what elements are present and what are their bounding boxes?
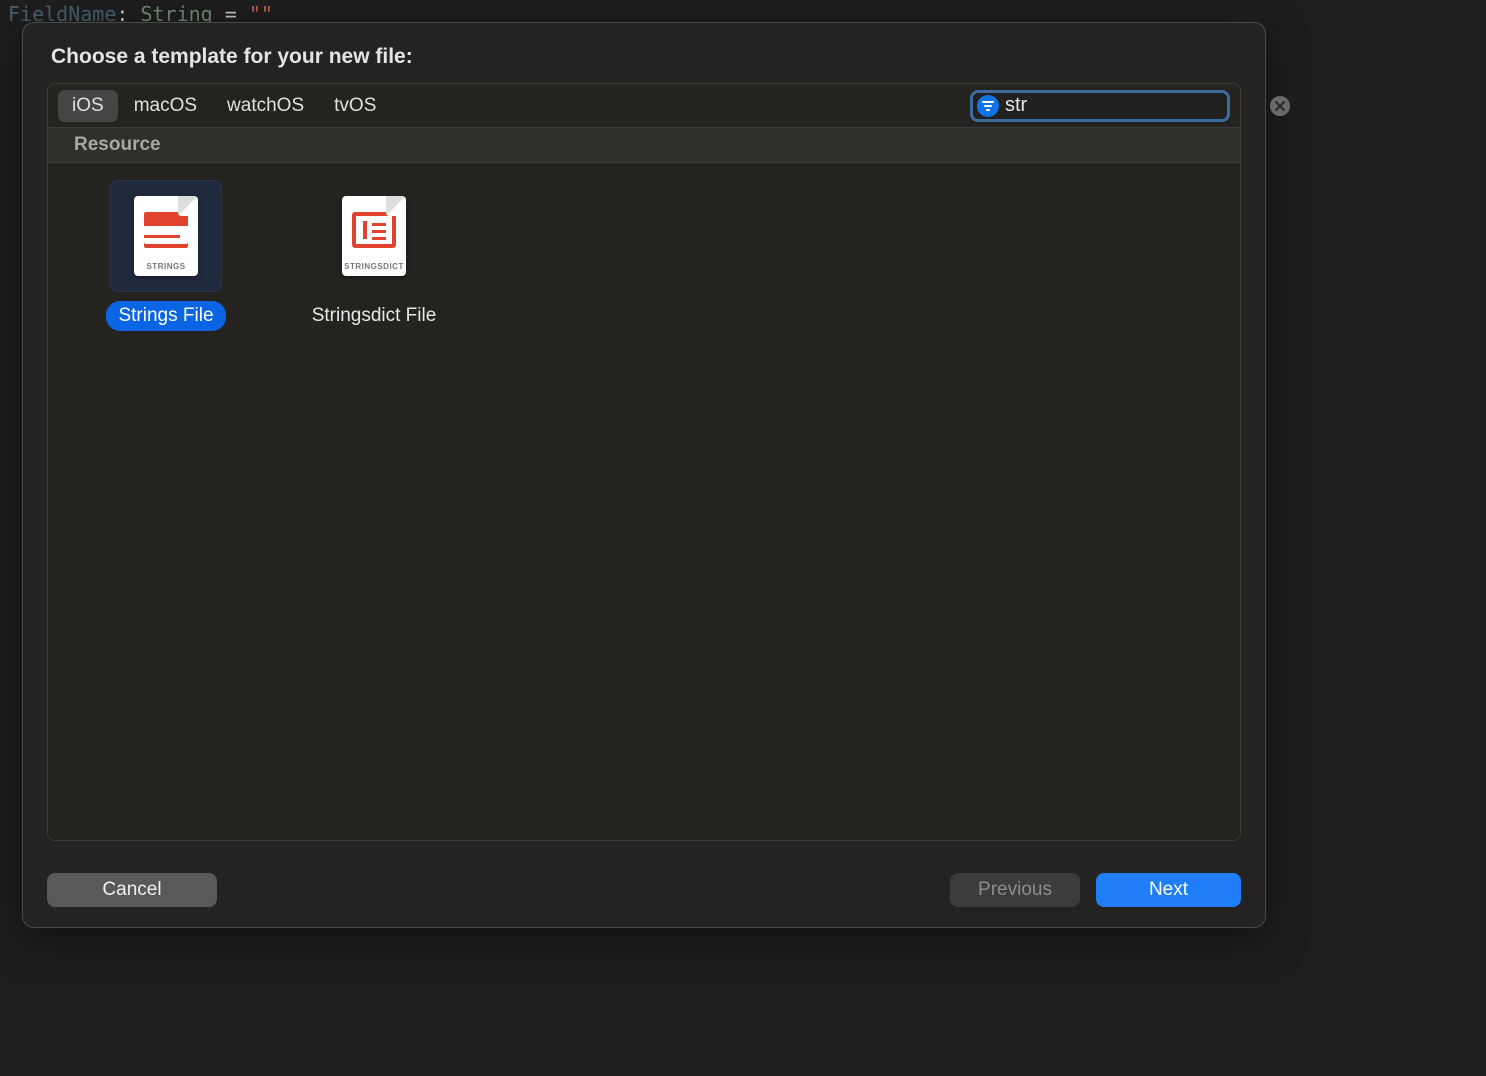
- new-file-template-sheet: Choose a template for your new file: iOS…: [22, 22, 1266, 928]
- next-button[interactable]: Next: [1096, 873, 1241, 907]
- clear-filter-icon[interactable]: [1270, 96, 1290, 116]
- filter-input[interactable]: [1005, 94, 1270, 117]
- tab-macos[interactable]: macOS: [120, 90, 211, 122]
- template-label: Strings File: [106, 301, 225, 331]
- platform-tabbar: iOS macOS watchOS tvOS: [47, 83, 1241, 127]
- template-catalog: Resource STRINGS Strings File STRINGSDIC…: [47, 127, 1241, 841]
- section-header-resource: Resource: [48, 127, 1240, 163]
- tab-tvos[interactable]: tvOS: [320, 90, 390, 122]
- filter-icon: [977, 95, 999, 117]
- button-row: Cancel Previous Next: [47, 841, 1241, 907]
- file-icon: STRINGSDICT: [342, 196, 406, 276]
- template-strings-file[interactable]: STRINGS Strings File: [76, 181, 256, 331]
- filter-field[interactable]: [970, 90, 1230, 122]
- sheet-title: Choose a template for your new file:: [47, 41, 1241, 83]
- cancel-button[interactable]: Cancel: [47, 873, 217, 907]
- template-stringsdict-file[interactable]: STRINGSDICT Stringsdict File: [284, 181, 464, 331]
- tab-ios[interactable]: iOS: [58, 90, 118, 122]
- template-label: Stringsdict File: [300, 301, 449, 331]
- template-row: STRINGS Strings File STRINGSDICT Strings…: [48, 163, 1240, 349]
- tab-watchos[interactable]: watchOS: [213, 90, 318, 122]
- previous-button[interactable]: Previous: [950, 873, 1080, 907]
- file-icon: STRINGS: [134, 196, 198, 276]
